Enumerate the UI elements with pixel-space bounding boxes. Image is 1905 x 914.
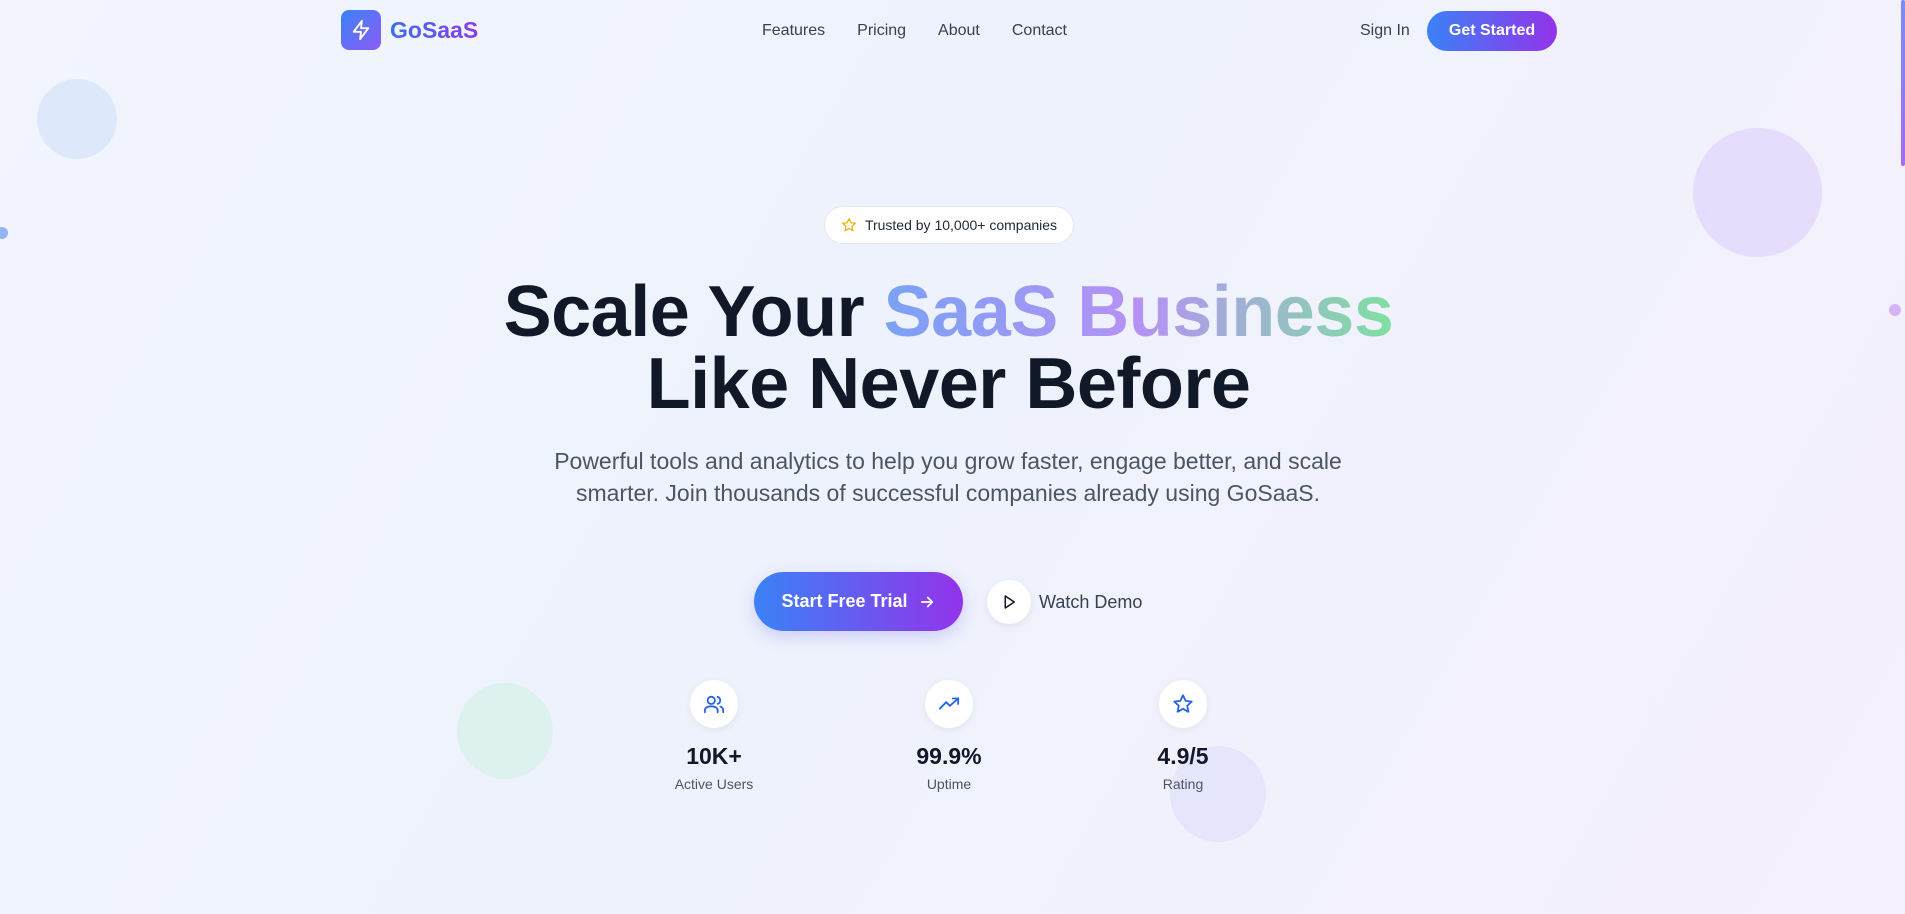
decorative-circle	[1693, 128, 1822, 257]
nav-link-about[interactable]: About	[938, 22, 980, 40]
brand-name: GoSaaS	[390, 16, 479, 43]
stat-label: Uptime	[926, 776, 972, 792]
trust-badge: Trusted by 10,000+ companies	[824, 206, 1074, 244]
watch-demo-button[interactable]: Watch Demo	[987, 580, 1142, 624]
scrollbar-thumb[interactable]	[1901, 0, 1905, 166]
hero-headline: Scale Your SaaS Business Like Never Befo…	[0, 276, 1897, 420]
nav-link-pricing[interactable]: Pricing	[857, 22, 906, 40]
decorative-dot	[0, 227, 8, 239]
trending-up-icon	[925, 680, 973, 728]
play-icon	[987, 580, 1031, 624]
nav-link-features[interactable]: Features	[762, 22, 825, 40]
users-icon	[690, 680, 738, 728]
lightning-bolt-icon	[341, 10, 381, 50]
headline-part1: Scale Your	[503, 272, 884, 352]
headline-line2: Like Never Before	[646, 344, 1251, 424]
hero-subheadline: Powerful tools and analytics to help you…	[554, 448, 1342, 506]
star-icon	[1159, 680, 1207, 728]
start-free-trial-button[interactable]: Start Free Trial	[754, 572, 963, 631]
nav-links: Features Pricing About Contact	[762, 22, 1099, 40]
trust-badge-text: Trusted by 10,000+ companies	[864, 217, 1058, 233]
stat-value: 10K+	[686, 743, 742, 769]
stat-uptime: 99.9% Uptime	[889, 680, 1009, 792]
nav-link-contact[interactable]: Contact	[1012, 22, 1067, 40]
stat-label: Rating	[1162, 776, 1204, 792]
start-free-trial-label: Start Free Trial	[781, 591, 908, 611]
sign-in-link[interactable]: Sign In	[1360, 22, 1410, 40]
star-icon	[841, 218, 856, 232]
logo[interactable]: GoSaaS	[341, 10, 478, 50]
stat-value: 4.9/5	[1157, 743, 1209, 769]
watch-demo-label: Watch Demo	[1039, 591, 1143, 612]
stat-rating: 4.9/5 Rating	[1123, 680, 1243, 792]
decorative-circle	[457, 683, 553, 779]
stat-value: 99.9%	[916, 743, 982, 769]
decorative-circle	[37, 79, 117, 159]
navbar: GoSaaS Features Pricing About Contact Si…	[341, 10, 1557, 52]
stat-active-users: 10K+ Active Users	[654, 680, 774, 792]
get-started-button[interactable]: Get Started	[1427, 11, 1557, 51]
stat-label: Active Users	[674, 776, 754, 792]
arrow-right-icon	[920, 596, 933, 607]
headline-highlight: SaaS Business	[883, 272, 1394, 352]
